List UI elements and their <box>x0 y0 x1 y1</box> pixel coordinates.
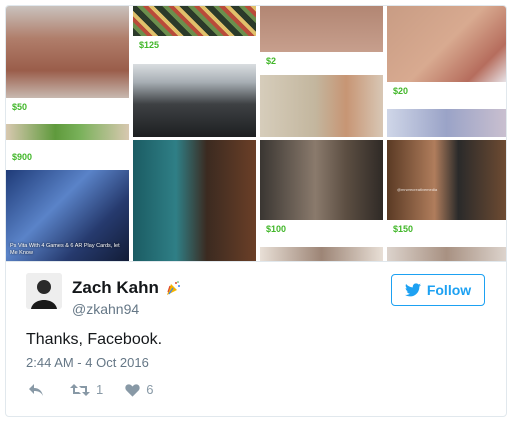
listing-price: $150 <box>387 220 506 238</box>
listing-tile-plant[interactable]: $900 <box>6 124 129 166</box>
follow-label: Follow <box>426 282 472 298</box>
heart-icon <box>125 383 140 397</box>
avatar[interactable] <box>26 273 62 309</box>
author-display-name[interactable]: Zach Kahn <box>72 278 159 298</box>
listing-tile-ps-vita[interactable]: Ps Vita With 4 Games & 6 AR Play Cards, … <box>6 170 129 261</box>
listing-price: $20 <box>387 82 506 100</box>
listing-tile-fabric[interactable]: $125 <box>133 6 256 61</box>
listing-tile-hand[interactable]: $20 <box>387 6 506 106</box>
listing-tile-mirror[interactable]: $100 <box>260 140 383 244</box>
author-name-row[interactable]: Zach Kahn <box>72 278 181 298</box>
listing-tile-partial[interactable] <box>260 247 383 261</box>
follow-button[interactable]: Follow <box>391 274 485 306</box>
like-button[interactable]: 6 <box>125 382 153 397</box>
marketplace-image-grid: $50 $900 Ps Vita With 4 Games & 6 AR Pla… <box>6 6 506 261</box>
like-count: 6 <box>146 382 154 397</box>
listing-tile-car-engine[interactable] <box>133 64 256 137</box>
tweet-timestamp[interactable]: 2:44 AM - 4 Oct 2016 <box>26 355 149 370</box>
listing-caption: Ps Vita With 4 Games & 6 AR Play Cards, … <box>10 243 120 256</box>
divider <box>6 261 506 262</box>
retweet-button[interactable]: 1 <box>70 382 103 397</box>
tweet-text: Thanks, Facebook. <box>26 331 163 348</box>
author-handle[interactable]: @zkahn94 <box>72 301 139 317</box>
tweet-actions: 1 6 <box>28 382 153 397</box>
listing-price: $125 <box>133 36 256 54</box>
reply-button[interactable] <box>28 383 44 397</box>
party-popper-icon <box>166 281 180 295</box>
listing-tile-model[interactable]: @mrwrecreativemedia $150 <box>387 140 506 244</box>
listing-tile-computer-desk[interactable] <box>260 75 383 137</box>
watermark-text: @mrwrecreativemedia <box>397 187 438 192</box>
retweet-count: 1 <box>96 382 104 397</box>
listing-price: $2 <box>260 52 383 70</box>
embedded-tweet-card: $50 $900 Ps Vita With 4 Games & 6 AR Pla… <box>5 5 507 417</box>
listing-tile-partial[interactable] <box>387 247 506 261</box>
twitter-bird-icon <box>404 283 421 297</box>
avatar-image <box>26 273 62 309</box>
listing-tile-strip[interactable] <box>387 109 506 137</box>
listing-tile-torso-toy[interactable]: $50 <box>6 6 129 121</box>
listing-price: $900 <box>6 148 129 166</box>
reply-icon <box>29 383 43 396</box>
listing-tile-arm[interactable]: $2 <box>260 6 383 72</box>
retweet-icon <box>70 383 90 396</box>
listing-price: $100 <box>260 220 383 238</box>
listing-price: $50 <box>6 98 129 116</box>
listing-tile-selfie-room[interactable] <box>133 140 256 261</box>
